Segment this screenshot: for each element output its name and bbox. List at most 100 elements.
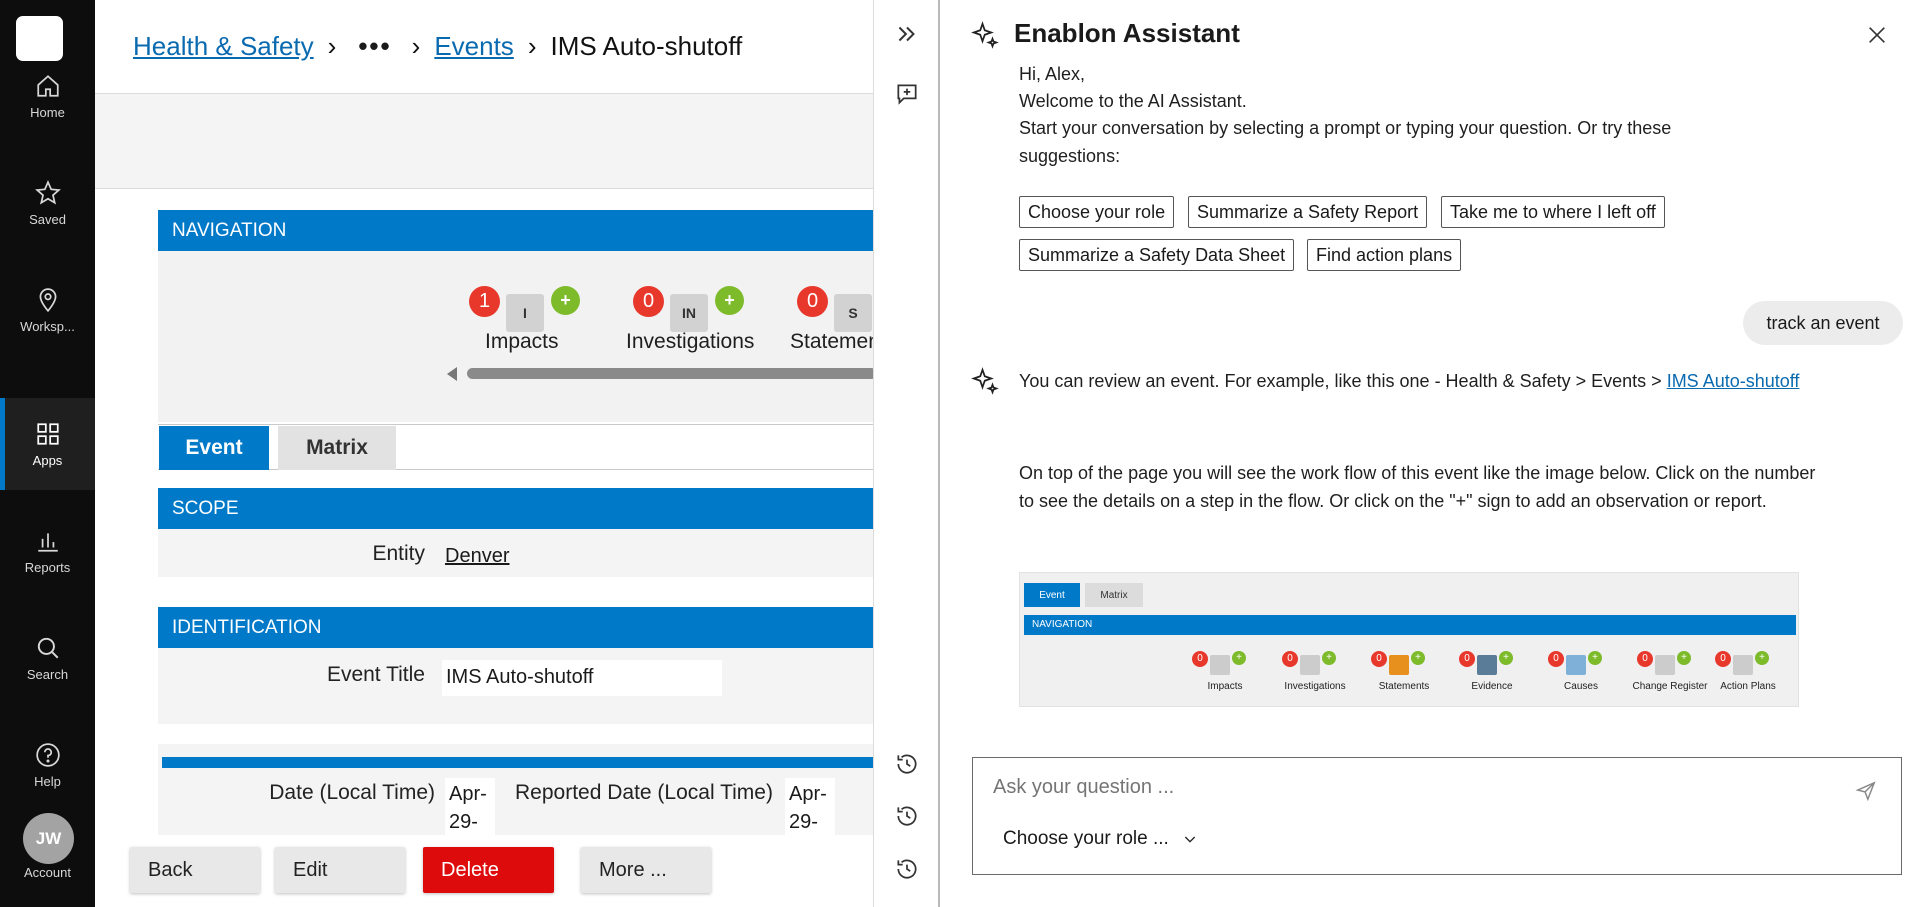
statements-count-badge[interactable]: 0 xyxy=(797,286,828,317)
bar-chart-icon xyxy=(37,532,58,552)
edit-button[interactable]: Edit xyxy=(275,847,405,893)
investigations-label: Investigations xyxy=(626,330,755,353)
event-title-label: Event Title xyxy=(326,663,425,686)
reply-event-link[interactable]: IMS Auto-shutoff xyxy=(1667,371,1800,391)
tab-matrix[interactable]: Matrix xyxy=(278,426,396,470)
assistant-reply-body: On top of the page you will see the work… xyxy=(1019,463,1816,511)
preview-label: Change Register xyxy=(1632,681,1708,692)
history-icon[interactable] xyxy=(894,751,920,777)
preview-label: Causes xyxy=(1564,681,1598,692)
scope-section xyxy=(158,529,873,577)
avatar[interactable]: JW xyxy=(23,813,74,864)
tab-strip: Event Matrix xyxy=(158,424,873,470)
assistant-reply: You can review an event. For example, li… xyxy=(1019,367,1819,395)
delete-button[interactable]: Delete xyxy=(423,847,554,893)
preview-plus: + xyxy=(1322,651,1336,665)
rail-item-search[interactable]: Search xyxy=(0,612,95,704)
entity-value-link[interactable]: Denver xyxy=(445,545,509,568)
preview-step: 0 + Causes xyxy=(1536,651,1626,699)
rail-item-apps[interactable]: Apps xyxy=(0,398,95,490)
preview-label: Evidence xyxy=(1471,681,1513,692)
preview-plus: + xyxy=(1755,651,1769,665)
preview-plus: + xyxy=(1677,651,1691,665)
assistant-side-strip xyxy=(873,0,940,907)
breadcrumb-ellipsis[interactable]: ••• xyxy=(358,31,391,62)
help-icon xyxy=(35,742,60,767)
close-icon[interactable] xyxy=(1866,24,1888,46)
suggestion-summarize-sds[interactable]: Summarize a Safety Data Sheet xyxy=(1019,239,1295,271)
rail-item-reports[interactable]: Reports xyxy=(0,505,95,597)
impacts-label: Impacts xyxy=(485,330,559,353)
preview-plus: + xyxy=(1411,651,1425,665)
tab-event[interactable]: Event xyxy=(159,426,269,470)
breadcrumb-health-safety[interactable]: Health & Safety xyxy=(133,31,314,62)
preview-tab-matrix: Matrix xyxy=(1085,583,1143,607)
rail-item-home[interactable]: Home xyxy=(0,50,95,142)
impacts-icon[interactable]: I xyxy=(506,294,544,332)
preview-count: 0 xyxy=(1282,651,1298,667)
chevron-right-icon: › xyxy=(327,30,337,61)
more-button[interactable]: More ... xyxy=(581,847,711,893)
search-icon xyxy=(37,637,58,658)
breadcrumb-events[interactable]: Events xyxy=(434,31,514,62)
rail-item-saved[interactable]: Saved xyxy=(0,157,95,249)
assistant-reply-text: You can review an event. For example, li… xyxy=(1019,371,1667,391)
chevron-right-icon: › xyxy=(527,30,537,61)
assistant-title: Enablon Assistant xyxy=(1014,18,1240,48)
preview-count: 0 xyxy=(1548,651,1564,667)
preview-step-icon xyxy=(1389,655,1409,675)
reported-date-field[interactable]: Apr-29- xyxy=(785,778,835,842)
impacts-count-badge[interactable]: 1 xyxy=(469,286,500,317)
preview-step: 0 + Statements xyxy=(1359,651,1449,699)
preview-step-icon xyxy=(1300,655,1320,675)
preview-label: Investigations xyxy=(1284,681,1346,692)
investigations-icon[interactable]: IN xyxy=(670,294,708,332)
rail-label-help: Help xyxy=(34,773,61,789)
investigations-count-badge[interactable]: 0 xyxy=(633,286,664,317)
preview-step: 0 + Impacts xyxy=(1180,651,1270,699)
chat-input-placeholder[interactable]: Ask your question ... xyxy=(993,776,1174,799)
chat-input-box[interactable]: Ask your question ... Choose your role .… xyxy=(972,757,1902,875)
investigations-add-button[interactable]: + xyxy=(715,286,744,315)
rail-label-reports: Reports xyxy=(24,559,71,575)
account-label: Account xyxy=(24,865,71,880)
date-label: Date (Local Time) xyxy=(269,781,435,804)
scroll-left-arrow-icon[interactable] xyxy=(447,367,457,381)
preview-step: 0 + Action Plans xyxy=(1703,651,1793,699)
preview-count: 0 xyxy=(1715,651,1731,667)
preview-step: 0 + Investigations xyxy=(1270,651,1360,699)
rail-label-apps: Apps xyxy=(32,452,63,468)
date-field[interactable]: Apr-29- xyxy=(445,778,495,842)
history-icon[interactable] xyxy=(894,803,920,829)
suggestion-summarize-safety-report[interactable]: Summarize a Safety Report xyxy=(1188,196,1428,228)
horizontal-scrollbar[interactable] xyxy=(467,368,873,379)
rail-item-help[interactable]: Help xyxy=(0,719,95,811)
role-select[interactable]: Choose your role ... xyxy=(1003,828,1198,850)
suggestion-find-action-plans[interactable]: Find action plans xyxy=(1307,239,1462,271)
history-icon[interactable] xyxy=(894,856,920,882)
preview-count: 0 xyxy=(1192,651,1208,667)
preview-step-icon xyxy=(1210,655,1230,675)
preview-navigation-bar: NAVIGATION xyxy=(1024,615,1796,635)
preview-step-icon xyxy=(1655,655,1675,675)
suggestion-take-me-back[interactable]: Take me to where I left off xyxy=(1441,196,1665,228)
star-icon xyxy=(34,179,61,205)
collapse-panel-icon[interactable] xyxy=(894,21,920,47)
preview-label: Action Plans xyxy=(1720,681,1776,692)
event-title-field[interactable]: IMS Auto-shutoff xyxy=(442,660,722,696)
statements-icon[interactable]: S xyxy=(834,294,872,332)
suggestion-choose-role[interactable]: Choose your role xyxy=(1019,196,1175,228)
chevron-down-icon xyxy=(1184,836,1196,843)
send-icon[interactable] xyxy=(1855,780,1877,802)
back-button[interactable]: Back xyxy=(130,847,260,893)
identification-header: IDENTIFICATION xyxy=(158,607,873,648)
workflow-preview-image: Event Matrix NAVIGATION 0 + Impacts 0 + Inve… xyxy=(1019,572,1799,707)
preview-step-icon xyxy=(1477,655,1497,675)
preview-count: 0 xyxy=(1637,651,1653,667)
preview-count: 0 xyxy=(1459,651,1475,667)
dates-header-strip xyxy=(162,757,873,768)
toolbar-band xyxy=(95,94,873,189)
impacts-add-button[interactable]: + xyxy=(551,286,580,315)
rail-item-workspace[interactable]: Worksp... xyxy=(0,264,95,356)
new-chat-icon[interactable] xyxy=(894,81,920,107)
